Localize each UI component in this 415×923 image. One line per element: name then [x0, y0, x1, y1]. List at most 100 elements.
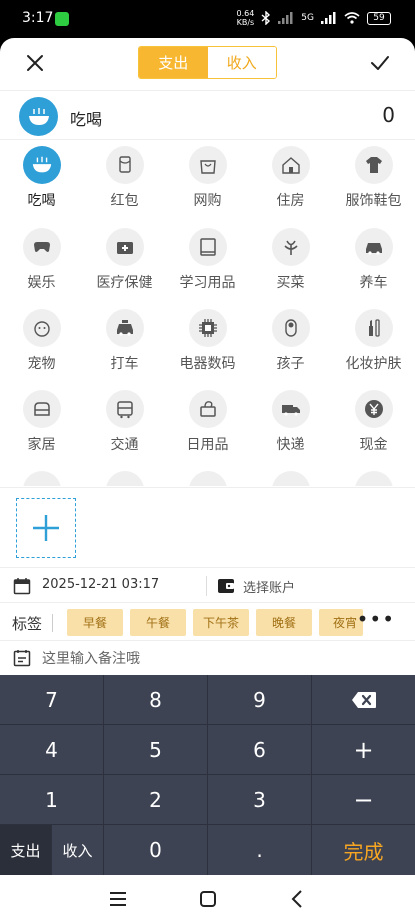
check-icon[interactable]	[367, 50, 393, 76]
category-label: 打车	[110, 356, 139, 372]
tag-dinner[interactable]: 晚餐	[256, 609, 312, 636]
category-label: 学习用品	[179, 275, 236, 291]
tag-afternoon-tea[interactable]: 下午茶	[193, 609, 249, 636]
category-item[interactable]: 网购	[166, 146, 249, 210]
selected-category-row: 吃喝 0	[0, 90, 415, 140]
backspace-button[interactable]	[312, 675, 415, 725]
key-9[interactable]: 9	[208, 675, 312, 725]
category-item[interactable]: 娱乐	[0, 228, 83, 292]
key-1[interactable]: 1	[0, 775, 104, 825]
account-selector[interactable]: 选择账户	[243, 577, 295, 596]
category-label: 娱乐	[27, 275, 56, 291]
category-circle	[188, 471, 227, 486]
category-item[interactable]: 快递	[249, 390, 332, 454]
category-label: 家居	[27, 437, 56, 453]
category-item[interactable]: 学习用品	[166, 228, 249, 292]
tag-title: 标签	[12, 615, 43, 633]
tag-row: 标签 早餐 午餐 下午茶 晚餐 夜宵 •••	[0, 603, 415, 641]
category-label: 快递	[276, 437, 305, 453]
category-item[interactable]: 宠物	[0, 309, 83, 373]
category-item[interactable]: 孩子	[249, 309, 332, 373]
category-item-partial[interactable]	[332, 471, 415, 486]
calendar-icon[interactable]	[13, 577, 31, 595]
category-item-partial[interactable]	[249, 471, 332, 486]
network-type: 5G	[301, 13, 314, 23]
more-tags-button[interactable]: •••	[357, 607, 395, 631]
baby-icon	[271, 309, 310, 347]
wallet-icon[interactable]	[217, 577, 235, 595]
category-grid: 吃喝 红包 网购 住房 服饰鞋包娱乐 医疗保健 学习用品 买菜 养车宠物 打车 电器数码 孩子 化妆护肤…	[0, 146, 415, 486]
back-icon[interactable]	[286, 887, 310, 911]
category-label: 日用品	[186, 437, 229, 453]
category-item[interactable]: 日用品	[166, 390, 249, 454]
key-7[interactable]: 7	[0, 675, 104, 725]
app-screen: 支出 收入 吃喝 0 吃喝 红包 网购 住房 服饰鞋包 娱乐 医疗保健 学习用品 买菜 养车 宠物打…	[0, 38, 415, 923]
category-label: 住房	[276, 193, 305, 209]
category-label: 孩子	[276, 356, 305, 372]
done-button[interactable]: 完成	[312, 825, 415, 875]
category-item-partial[interactable]	[83, 471, 166, 486]
category-item-partial[interactable]	[0, 471, 83, 486]
tab-expense[interactable]: 支出	[139, 47, 208, 78]
taxi-icon	[105, 309, 144, 347]
header: 支出 收入	[0, 38, 415, 88]
keypad-expense-toggle[interactable]: 支出	[0, 825, 52, 875]
keypad-income-toggle[interactable]: 收入	[52, 825, 104, 875]
status-bar: 3:17 0.64 KB/s 5G 59	[0, 0, 415, 38]
key-6[interactable]: 6	[208, 725, 312, 775]
category-label: 服饰鞋包	[345, 193, 402, 209]
network-speed: 0.64 KB/s	[236, 9, 255, 27]
vegetable-icon	[271, 228, 310, 266]
amount-display: 0	[382, 103, 395, 127]
key-5[interactable]: 5	[104, 725, 208, 775]
car-icon	[354, 228, 393, 266]
selected-category-name: 吃喝	[70, 110, 103, 129]
category-item[interactable]: 化妆护肤	[332, 309, 415, 373]
add-category-button[interactable]	[16, 498, 76, 558]
key-4[interactable]: 4	[0, 725, 104, 775]
category-label: 吃喝	[27, 193, 56, 209]
plus-button[interactable]: +	[312, 725, 415, 775]
category-item[interactable]: 红包	[83, 146, 166, 210]
number-keypad: 7 8 9 4 5 6 + 1 2 3 − 支出 收入 0 . 完成	[0, 675, 415, 875]
close-icon[interactable]	[22, 50, 48, 76]
key-dot[interactable]: .	[208, 825, 312, 875]
key-8[interactable]: 8	[104, 675, 208, 725]
home-icon[interactable]	[196, 887, 220, 911]
tag-lunch[interactable]: 午餐	[130, 609, 186, 636]
menu-icon[interactable]	[106, 887, 130, 911]
key-0[interactable]: 0	[104, 825, 208, 875]
yen-coin-icon	[354, 390, 393, 428]
category-label: 宠物	[27, 356, 56, 372]
backspace-icon	[351, 691, 376, 708]
category-item[interactable]: 电器数码	[166, 309, 249, 373]
minus-button[interactable]: −	[312, 775, 415, 825]
category-label: 电器数码	[179, 356, 236, 372]
note-input[interactable]	[42, 648, 392, 670]
wechat-notification-icon	[55, 12, 69, 26]
category-item[interactable]: 家居	[0, 390, 83, 454]
category-label: 现金	[359, 437, 388, 453]
red-envelope-icon	[105, 146, 144, 184]
bus-icon	[105, 390, 144, 428]
category-item[interactable]: 养车	[332, 228, 415, 292]
tshirt-icon	[354, 146, 393, 184]
key-2[interactable]: 2	[104, 775, 208, 825]
status-indicators: 0.64 KB/s 5G 59	[236, 9, 391, 27]
category-item[interactable]: 医疗保健	[83, 228, 166, 292]
date-time-picker[interactable]: 2025-12-21 03:17	[42, 577, 159, 592]
category-item-partial[interactable]	[166, 471, 249, 486]
key-3[interactable]: 3	[208, 775, 312, 825]
note-row	[0, 641, 415, 676]
category-item[interactable]: 现金	[332, 390, 415, 454]
category-item[interactable]: 服饰鞋包	[332, 146, 415, 210]
category-item[interactable]: 买菜	[249, 228, 332, 292]
tab-income[interactable]: 收入	[207, 47, 276, 78]
category-item[interactable]: 打车	[83, 309, 166, 373]
category-item[interactable]: 住房	[249, 146, 332, 210]
category-item[interactable]: 交通	[83, 390, 166, 454]
divider	[0, 487, 415, 488]
tag-breakfast[interactable]: 早餐	[67, 609, 123, 636]
category-item[interactable]: 吃喝	[0, 146, 83, 210]
category-label: 医疗保健	[96, 275, 153, 291]
